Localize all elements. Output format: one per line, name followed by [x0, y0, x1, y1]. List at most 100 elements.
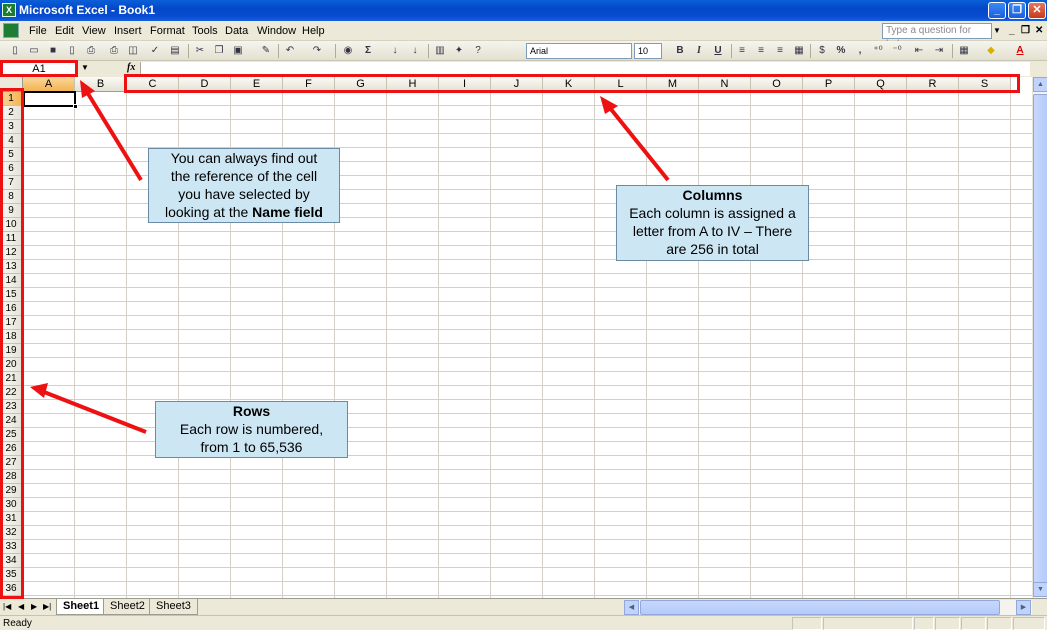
scroll-left-icon[interactable]: ◀	[624, 600, 639, 615]
increase-indent-icon[interactable]: ⇥	[932, 44, 946, 58]
print-preview-icon[interactable]: ⎙	[107, 44, 121, 58]
permission-icon[interactable]: ▯	[65, 44, 79, 58]
tab-sheet3[interactable]: Sheet3	[149, 599, 198, 615]
tab-sheet1[interactable]: Sheet1	[56, 599, 107, 615]
vertical-scrollbar[interactable]: ▲ ▼	[1032, 77, 1047, 598]
callout-text: looking at the	[165, 204, 253, 220]
new-icon[interactable]: ▯	[8, 44, 22, 58]
close-button[interactable]: ✕	[1028, 2, 1046, 19]
redo-icon[interactable]: ↷	[310, 44, 324, 58]
column-header-b[interactable]: B	[75, 77, 127, 92]
undo-icon[interactable]: ↶	[283, 44, 297, 58]
name-field-callout: You can always find out the reference of…	[148, 148, 340, 223]
last-sheet-icon[interactable]: ▶|	[43, 602, 51, 611]
print-icon[interactable]: ⎙	[84, 44, 98, 58]
scroll-down-icon[interactable]: ▼	[1033, 582, 1047, 597]
help-search-input[interactable]: Type a question for help	[882, 23, 992, 50]
restore-button[interactable]: ❐	[1008, 2, 1026, 19]
menu-window[interactable]: Window	[257, 25, 296, 37]
help-icon[interactable]: ?	[471, 44, 485, 58]
copy-icon[interactable]: ❐	[212, 44, 226, 58]
chart-wizard-icon[interactable]: ▥	[433, 44, 447, 58]
decrease-indent-icon[interactable]: ⇤	[912, 44, 926, 58]
status-text: Ready	[3, 618, 32, 629]
borders-icon[interactable]: ▦	[957, 44, 971, 58]
menu-file[interactable]: File	[29, 25, 47, 37]
excel-icon[interactable]: X	[2, 3, 16, 17]
menu-tools[interactable]: Tools	[192, 25, 218, 37]
align-center-icon[interactable]: ≡	[754, 44, 768, 58]
active-cell[interactable]	[23, 91, 76, 107]
toolbar: ▯ ▭ ■ ▯ ⎙ ⎙ ◫ ✓ ▤ ✂ ❐ ▣ ✎ ↶ ↷ ◉ Σ ↓ ↓ ▥ …	[0, 41, 1047, 61]
prev-sheet-icon[interactable]: ◀	[18, 602, 24, 611]
chevron-down-icon[interactable]: ▼	[993, 26, 1001, 35]
minimize-button[interactable]: _	[988, 2, 1006, 19]
fill-handle[interactable]	[73, 104, 78, 109]
merge-center-icon[interactable]: ▦	[792, 44, 806, 58]
font-size-select[interactable]: 10	[634, 43, 662, 59]
menu-view[interactable]: View	[82, 25, 106, 37]
scroll-right-icon[interactable]: ▶	[1016, 600, 1031, 615]
font-color-icon[interactable]: A	[1013, 44, 1027, 58]
research-icon[interactable]: ▤	[168, 44, 182, 58]
autosum-icon[interactable]: Σ	[361, 44, 375, 58]
align-right-icon[interactable]: ≡	[773, 44, 787, 58]
status-panel	[823, 617, 913, 630]
font-name-select[interactable]: Arial	[526, 43, 632, 59]
doc-close-icon[interactable]: ✕	[1035, 25, 1043, 36]
align-left-icon[interactable]: ≡	[735, 44, 749, 58]
paste-icon[interactable]: ▣	[231, 44, 245, 58]
menu-format[interactable]: Format	[150, 25, 185, 37]
menu-data[interactable]: Data	[225, 25, 248, 37]
vertical-scroll-thumb[interactable]	[1033, 94, 1047, 584]
status-panel	[792, 617, 822, 630]
preview-icon[interactable]: ◫	[126, 44, 140, 58]
title-bar: X Microsoft Excel - Book1 _ ❐ ✕	[0, 0, 1047, 21]
underline-button[interactable]: U	[711, 44, 725, 58]
column-header-a[interactable]: A	[23, 77, 75, 92]
row-headers-highlight	[0, 88, 24, 599]
sort-desc-icon[interactable]: ↓	[408, 44, 422, 58]
hyperlink-icon[interactable]: ◉	[341, 44, 355, 58]
status-panel	[935, 617, 960, 630]
sort-asc-icon[interactable]: ↓	[388, 44, 402, 58]
open-icon[interactable]: ▭	[27, 44, 41, 58]
menu-help[interactable]: Help	[302, 25, 325, 37]
increase-decimal-icon[interactable]: ⁺⁰	[871, 44, 885, 58]
name-box-highlight	[0, 60, 78, 77]
horizontal-scrollbar[interactable]: ◀ ▶	[624, 600, 1032, 615]
bold-button[interactable]: B	[673, 44, 687, 58]
callout-line: Each column is assigned a	[629, 205, 796, 221]
callout-emphasis: Name field	[252, 204, 323, 220]
format-painter-icon[interactable]: ✎	[259, 44, 273, 58]
fill-color-icon[interactable]: ◆	[984, 44, 998, 58]
close-icon: ✕	[1032, 4, 1042, 16]
currency-icon[interactable]: $	[815, 44, 829, 58]
callout-line: are 256 in total	[666, 241, 759, 257]
decrease-decimal-icon[interactable]: ⁻⁰	[890, 44, 904, 58]
drawing-icon[interactable]: ✦	[452, 44, 466, 58]
menu-insert[interactable]: Insert	[114, 25, 142, 37]
first-sheet-icon[interactable]: |◀	[3, 602, 11, 611]
callout-line: letter from A to IV – There	[632, 223, 793, 239]
italic-button[interactable]: I	[692, 44, 706, 58]
menu-edit[interactable]: Edit	[55, 25, 74, 37]
workbook-icon[interactable]	[3, 23, 19, 38]
doc-minimize-icon[interactable]: _	[1009, 25, 1015, 36]
doc-restore-icon[interactable]: ❐	[1021, 25, 1030, 36]
horizontal-scroll-thumb[interactable]	[640, 600, 1000, 615]
percent-button[interactable]: %	[834, 44, 848, 58]
scroll-up-icon[interactable]: ▲	[1033, 77, 1047, 92]
minimize-icon: _	[993, 4, 1001, 16]
callout-line: Each row is numbered,	[179, 421, 324, 437]
chevron-down-icon[interactable]: ▼	[81, 63, 89, 72]
spelling-icon[interactable]: ✓	[148, 44, 162, 58]
save-icon[interactable]: ■	[46, 44, 60, 58]
status-panel	[987, 617, 1012, 630]
status-bar: Ready	[0, 615, 1047, 630]
comma-button[interactable]: ,	[853, 44, 867, 58]
next-sheet-icon[interactable]: ▶	[31, 602, 37, 611]
insert-function-icon[interactable]: fx	[127, 62, 135, 73]
cut-icon[interactable]: ✂	[193, 44, 207, 58]
tab-sheet2[interactable]: Sheet2	[103, 599, 152, 615]
